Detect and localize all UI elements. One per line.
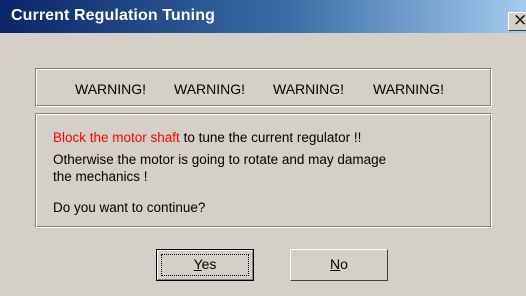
warning-banner: WARNING! WARNING! WARNING! WARNING! xyxy=(35,68,492,107)
window-title: Current Regulation Tuning xyxy=(11,7,215,24)
warning-label-4: WARNING! xyxy=(373,81,445,97)
no-mnemonic: N xyxy=(330,256,341,272)
message-line-1: Block the motor shaft to tune the curren… xyxy=(53,130,361,145)
warning-label-2: WARNING! xyxy=(174,81,246,97)
no-label-rest: o xyxy=(340,256,348,272)
yes-button[interactable]: Yes xyxy=(156,249,254,281)
title-bar[interactable]: Current Regulation Tuning xyxy=(0,0,526,33)
yes-mnemonic: Y xyxy=(193,256,202,272)
yes-label-rest: es xyxy=(201,256,217,272)
no-button-label: No xyxy=(330,256,348,272)
message-line-2: Otherwise the motor is going to rotate a… xyxy=(53,152,387,167)
message-panel: Block the motor shaft to tune the curren… xyxy=(35,113,492,228)
message-line-1-rest: to tune the current regulator !! xyxy=(179,130,362,145)
warning-highlight: Block the motor shaft xyxy=(53,130,180,145)
warning-label-3: WARNING! xyxy=(273,81,345,97)
confirm-question: Do you want to continue? xyxy=(53,200,206,215)
no-button[interactable]: No xyxy=(290,249,388,281)
message-line-3: the mechanics ! xyxy=(53,169,148,184)
warning-label-1: WARNING! xyxy=(75,81,147,97)
close-button[interactable]: × xyxy=(508,10,526,31)
dialog-window: Current Regulation Tuning × WARNING! WAR… xyxy=(0,0,526,296)
yes-button-label: Yes xyxy=(194,256,217,272)
close-icon: × xyxy=(513,10,526,30)
